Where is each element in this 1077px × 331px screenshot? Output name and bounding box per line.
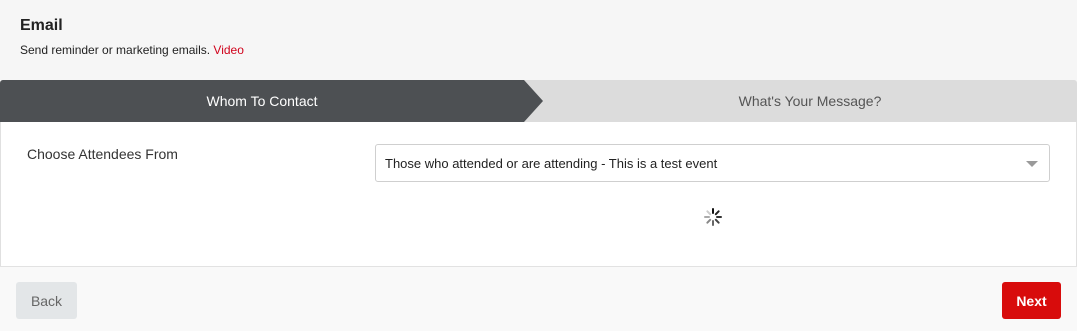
chevron-down-icon	[1026, 161, 1038, 167]
page-title: Email	[20, 17, 63, 34]
wizard-footer: Back Next	[0, 266, 1077, 331]
email-wizard-page: Email Send reminder or marketing emails.…	[0, 0, 1077, 331]
attendees-label: Choose Attendees From	[27, 146, 178, 162]
page-header: Email Send reminder or marketing emails.…	[0, 0, 1077, 80]
next-button[interactable]: Next	[1002, 282, 1061, 319]
attendees-select[interactable]: Those who attended or are attending - Th…	[375, 144, 1050, 182]
attendees-select-value: Those who attended or are attending - Th…	[385, 156, 718, 171]
step-whats-your-message[interactable]: What's Your Message?	[543, 80, 1077, 122]
wizard-steps: Whom To Contact What's Your Message?	[0, 80, 1077, 122]
form-panel: Choose Attendees From Those who attended…	[0, 122, 1077, 267]
page-subtitle: Send reminder or marketing emails. Video	[20, 43, 244, 57]
loading-spinner-icon	[704, 208, 722, 226]
subtitle-text: Send reminder or marketing emails.	[20, 43, 211, 57]
step-arrow-divider	[524, 80, 543, 122]
video-link[interactable]: Video	[213, 43, 243, 57]
step-whom-to-contact[interactable]: Whom To Contact	[0, 80, 524, 122]
back-button[interactable]: Back	[16, 282, 77, 319]
